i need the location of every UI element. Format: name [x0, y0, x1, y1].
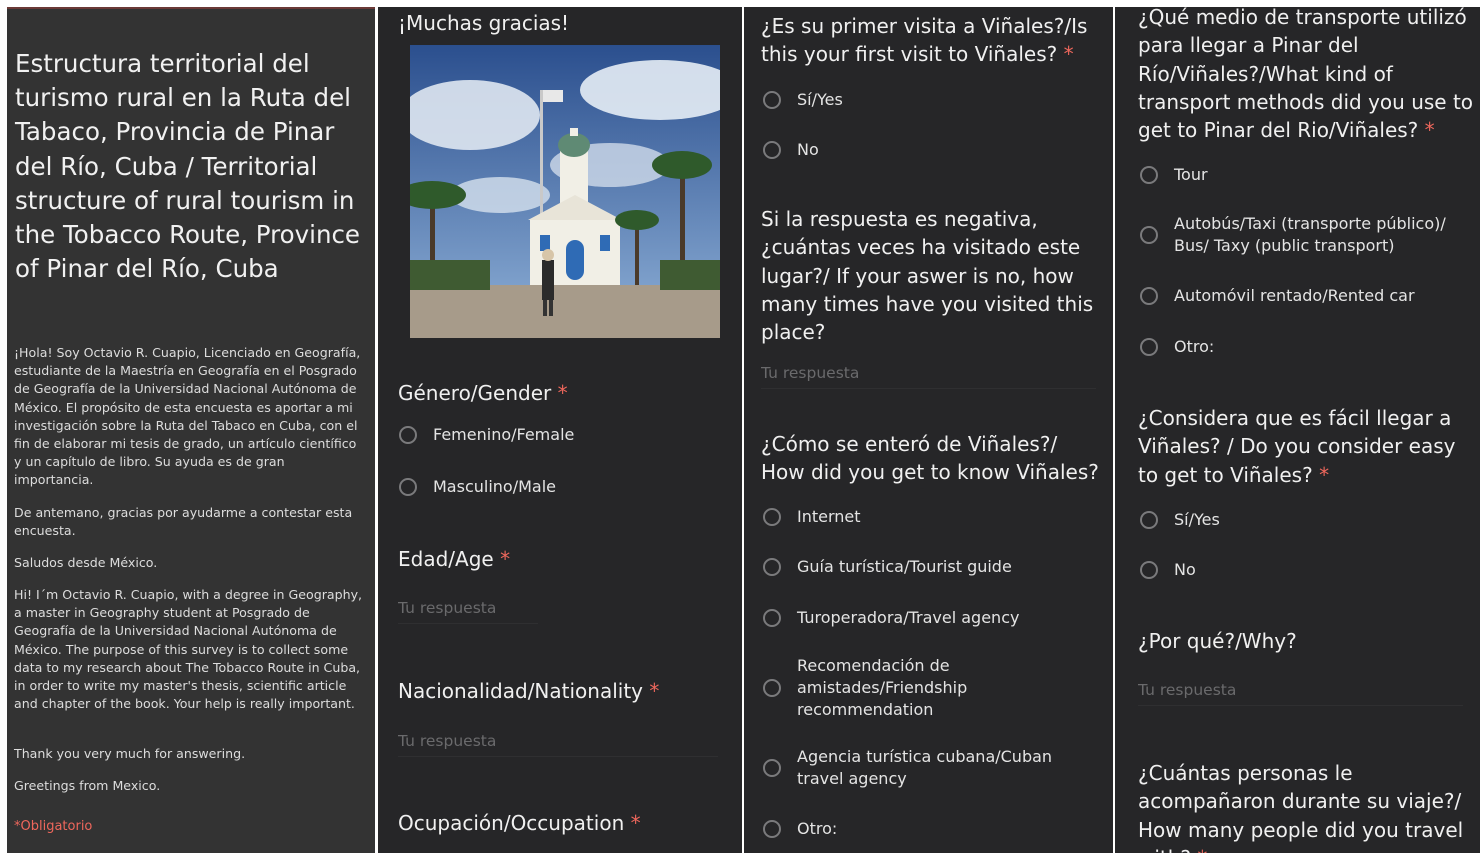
radio-button[interactable] — [1140, 226, 1158, 244]
form-title: Estructura territorial del turismo rural… — [15, 49, 361, 284]
form-column-2: ¡Muchas gracias! Género/Gender * Femenin… — [378, 7, 742, 853]
radio-button[interactable] — [1140, 166, 1158, 184]
companions-question-title: ¿Cuántas personas le acompañaron durante… — [1138, 761, 1464, 853]
radio-button[interactable] — [1140, 338, 1158, 356]
intro-paragraph-en: Hi! I´m Octavio R. Cuapio, with a degree… — [14, 587, 363, 712]
radio-button[interactable] — [399, 478, 417, 496]
radio-button[interactable] — [1140, 511, 1158, 529]
radio-button[interactable] — [1140, 287, 1158, 305]
radio-button[interactable] — [763, 820, 781, 838]
why-answer-input[interactable] — [1138, 675, 1463, 706]
gender-option-male[interactable]: Masculino/Male — [399, 476, 556, 498]
gender-question-title: Género/Gender * — [398, 381, 568, 405]
age-question-title: Edad/Age * — [398, 547, 511, 571]
radio-button[interactable] — [763, 91, 781, 109]
nationality-question-title: Nacionalidad/Nationality * — [398, 679, 660, 703]
radio-button[interactable] — [1140, 561, 1158, 579]
greeting-paragraph-es: Saludos desde México. — [14, 555, 158, 570]
gender-option-female[interactable]: Femenino/Female — [399, 424, 574, 446]
first-visit-option-yes[interactable]: Sí/Yes — [763, 89, 843, 111]
intro-paragraph-es: ¡Hola! Soy Octavio R. Cuapio, Licenciado… — [14, 345, 361, 488]
form-header-panel: Estructura territorial del turismo rural… — [7, 7, 375, 853]
radio-button[interactable] — [763, 508, 781, 526]
greeting-paragraph-en: Greetings from Mexico. — [14, 778, 161, 793]
how-know-question-title: ¿Cómo se enteró de Viñales?/ How did you… — [761, 432, 1099, 485]
radio-button[interactable] — [763, 141, 781, 159]
how-know-option-internet[interactable]: Internet — [763, 506, 861, 528]
transport-question-title: ¿Qué medio de transporte utilizó para ll… — [1138, 7, 1474, 143]
form-column-4: ¿Qué medio de transporte utilizó para ll… — [1115, 7, 1480, 853]
first-visit-option-no[interactable]: No — [763, 139, 819, 161]
how-know-option-tourist-guide[interactable]: Guía turística/Tourist guide — [763, 556, 1012, 578]
easy-access-question-title: ¿Considera que es fácil llegar a Viñales… — [1138, 406, 1456, 487]
times-visited-question-title: Si la respuesta es negativa, ¿cuántas ve… — [761, 207, 1094, 345]
church-photo — [410, 45, 720, 338]
transport-option-tour[interactable]: Tour — [1140, 164, 1208, 186]
first-visit-question-title: ¿Es su primer visita a Viñales?/Is this … — [761, 14, 1088, 67]
how-know-option-cuban-agency[interactable]: Agencia turística cubana/Cuban travel ag… — [763, 746, 1067, 790]
thanks-heading: ¡Muchas gracias! — [398, 11, 570, 35]
occupation-question-title: Ocupación/Occupation * — [398, 811, 641, 835]
why-question-title: ¿Por qué?/Why? — [1138, 629, 1297, 653]
radio-button[interactable] — [763, 609, 781, 627]
transport-option-other[interactable]: Otro: — [1140, 336, 1214, 358]
radio-button[interactable] — [763, 759, 781, 777]
required-note: *Obligatorio — [14, 819, 93, 834]
transport-option-public[interactable]: Autobús/Taxi (transporte público)/ Bus/ … — [1140, 213, 1474, 257]
thanks-paragraph-en: Thank you very much for answering. — [14, 746, 246, 761]
form-column-3: ¿Es su primer visita a Viñales?/Is this … — [744, 7, 1113, 853]
thanks-paragraph-es: De antemano, gracias por ayudarme a cont… — [14, 505, 353, 539]
times-visited-answer-input[interactable] — [761, 358, 1096, 389]
easy-access-option-no[interactable]: No — [1140, 559, 1196, 581]
how-know-option-other[interactable]: Otro: — [763, 818, 837, 840]
easy-access-option-yes[interactable]: Sí/Yes — [1140, 509, 1220, 531]
age-answer-input[interactable] — [398, 593, 538, 624]
transport-option-rented-car[interactable]: Automóvil rentado/Rented car — [1140, 285, 1415, 307]
nationality-answer-input[interactable] — [398, 726, 718, 757]
radio-button[interactable] — [763, 558, 781, 576]
how-know-option-travel-agency[interactable]: Turoperadora/Travel agency — [763, 607, 1019, 629]
radio-button[interactable] — [763, 679, 781, 697]
how-know-option-friend-recommendation[interactable]: Recomendación de amistades/Friendship re… — [763, 655, 1007, 721]
radio-button[interactable] — [399, 426, 417, 444]
